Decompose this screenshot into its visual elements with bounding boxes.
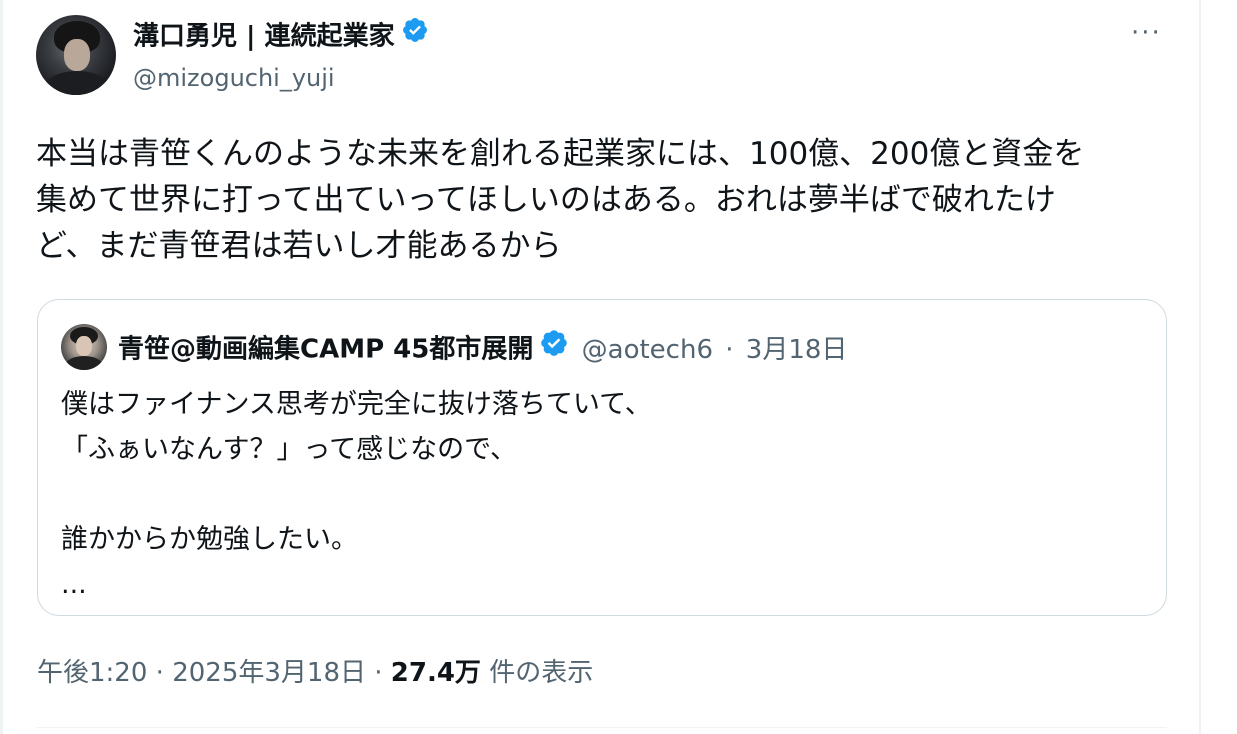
more-horizontal-icon[interactable]: ··· — [1131, 20, 1167, 48]
divider — [37, 727, 1167, 728]
quoted-author-name[interactable]: 青笹@動画編集CAMP 45都市展開 — [118, 335, 533, 365]
tweet-text-line: ど、まだ青笹君は若いし才能あるから — [36, 228, 562, 264]
quoted-author-avatar[interactable] — [61, 324, 107, 370]
author-name-row[interactable]: 溝口勇児 | 連続起業家 — [133, 18, 429, 56]
author-avatar[interactable] — [36, 15, 116, 95]
tweet-footer: 午後1:20 · 2025年3月18日 · 27.4万 件の表示 — [37, 655, 593, 691]
quoted-tweet-card[interactable]: 青笹@動画編集CAMP 45都市展開 @aotech6 · 3月18日 僕はファ… — [37, 299, 1167, 616]
timeline-right-border — [1199, 0, 1201, 734]
quoted-text-line: 僕はファイナンス思考が完全に抜け落ちていて、 — [61, 389, 652, 420]
tweet-text-line: 集めて世界に打って出ていってほしいのはある。おれは夢半ばで破れたけ — [36, 182, 1056, 218]
quoted-tweet-date[interactable]: 3月18日 — [746, 335, 848, 365]
timeline-left-border — [0, 0, 3, 734]
author-display-name[interactable]: 溝口勇児 | 連続起業家 — [133, 22, 395, 52]
verified-badge-icon[interactable] — [401, 16, 429, 54]
tweet-time[interactable]: 午後1:20 — [37, 658, 147, 688]
quoted-tweet-header: 青笹@動画編集CAMP 45都市展開 @aotech6 · 3月18日 — [118, 330, 847, 370]
quoted-text-line: 「ふぁいなんす？」って感じなので、 — [61, 434, 518, 465]
quoted-text-line: ... — [61, 569, 87, 600]
quoted-text-line: 誰かからか勉強したい。 — [61, 524, 358, 555]
tweet-text-line: 本当は青笹くんのような未来を創れる起業家には、100億、200億と資金を — [36, 136, 1085, 172]
meta-separator: · — [374, 658, 383, 688]
quoted-text-line — [61, 472, 1141, 517]
meta-separator: · — [155, 658, 164, 688]
verified-badge-icon — [539, 328, 569, 368]
author-handle[interactable]: @mizoguchi_yuji — [133, 62, 335, 94]
quoted-tweet-text: 僕はファイナンス思考が完全に抜け落ちていて、 「ふぁいなんす？」って感じなので、… — [61, 382, 1141, 607]
tweet-text: 本当は青笹くんのような未来を創れる起業家には、100億、200億と資金を 集めて… — [36, 131, 1176, 269]
quoted-author-handle: @aotech6 — [581, 334, 713, 365]
tweet-date[interactable]: 2025年3月18日 — [172, 658, 366, 688]
meta-separator: · — [725, 334, 734, 365]
view-count-label: 件の表示 — [489, 658, 594, 688]
view-count[interactable]: 27.4万 — [391, 658, 481, 688]
